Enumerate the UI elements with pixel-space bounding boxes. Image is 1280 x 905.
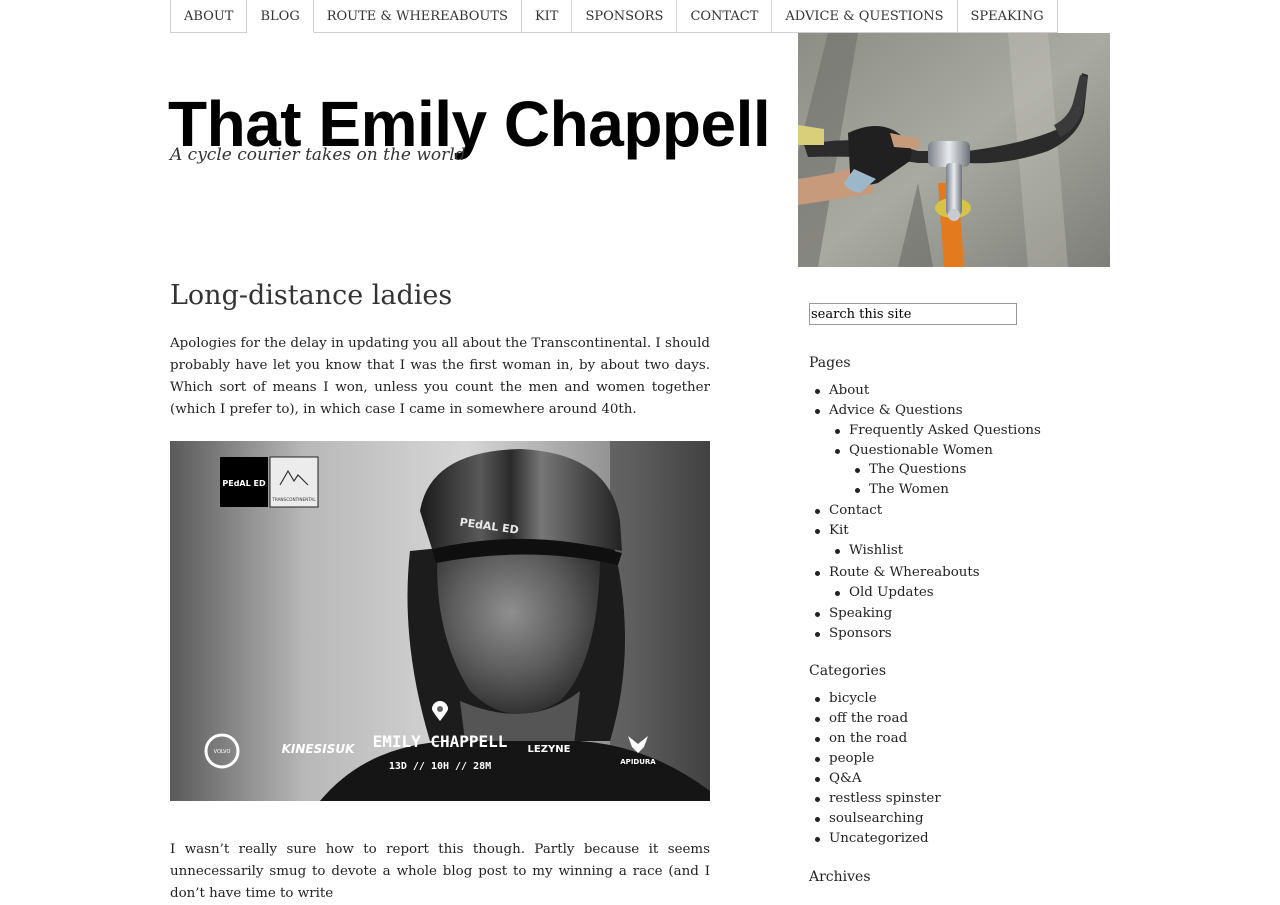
category-link[interactable]: bicycle <box>809 689 941 709</box>
categories-widget-title: Categories <box>809 663 886 679</box>
transcontinental-logo-text: TRANSCONTINENTAL <box>271 497 316 502</box>
category-link[interactable]: off the road <box>809 709 941 729</box>
archives-widget-title: Archives <box>809 869 871 885</box>
apidura-logo: APIDURA <box>620 758 656 766</box>
category-link[interactable]: soulsearching <box>809 809 941 829</box>
nav-tab-blog[interactable]: BLOG <box>247 0 314 33</box>
post-paragraph: I wasn’t really sure how to report this … <box>170 842 710 901</box>
nav-tab-kit[interactable]: KIT <box>521 0 573 33</box>
top-nav: ABOUT BLOG ROUTE & WHEREABOUTS KIT SPONS… <box>170 0 1058 33</box>
page-link-contact[interactable]: Contact <box>809 501 1041 521</box>
page-link-route-whereabouts[interactable]: Route & Whereabouts <box>809 563 1041 583</box>
rider-name: EMILY CHAPPELL <box>373 732 508 751</box>
post-paragraph: Apologies for the delay in updating you … <box>170 336 710 417</box>
category-link[interactable]: people <box>809 749 941 769</box>
page-link-about[interactable]: About <box>809 381 1041 401</box>
nav-tab-about[interactable]: ABOUT <box>171 0 248 33</box>
nav-tab-sponsors[interactable]: SPONSORS <box>572 0 678 33</box>
finish-time: 13D // 10H // 28M <box>389 761 491 772</box>
volvo-logo: VOLVO <box>214 749 231 755</box>
page-link-the-questions[interactable]: The Questions <box>809 460 1041 480</box>
pedal-ed-logo-text: PEdAL ED <box>222 479 266 488</box>
page-link-wishlist[interactable]: Wishlist <box>809 541 1041 561</box>
page-link-speaking[interactable]: Speaking <box>809 604 1041 624</box>
category-link[interactable]: Uncategorized <box>809 829 941 849</box>
category-link[interactable]: Q&A <box>809 769 941 789</box>
pages-list: About Advice & Questions Frequently Aske… <box>809 381 1041 644</box>
site-tagline: A cycle courier takes on the world <box>170 145 466 165</box>
page-link-faq[interactable]: Frequently Asked Questions <box>809 421 1041 441</box>
search-input[interactable] <box>809 303 1017 325</box>
nav-tab-speaking[interactable]: SPEAKING <box>957 0 1058 33</box>
post-image-emily-chappell[interactable]: PEdAL ED PEdAL ED TRANSCONTINENTAL EMILY… <box>170 441 710 801</box>
lezyne-logo: LEZYNE <box>528 744 571 755</box>
page-link-old-updates[interactable]: Old Updates <box>809 583 1041 603</box>
page-link-the-women[interactable]: The Women <box>809 480 1041 500</box>
page-link-advice-questions[interactable]: Advice & Questions <box>809 401 1041 421</box>
nav-tab-advice-questions[interactable]: ADVICE & QUESTIONS <box>772 0 958 33</box>
nav-tab-contact[interactable]: CONTACT <box>677 0 773 33</box>
page-link-questionable-women[interactable]: Questionable Women <box>809 441 1041 461</box>
nav-tab-route-whereabouts[interactable]: ROUTE & WHEREABOUTS <box>313 0 522 33</box>
pages-widget-title: Pages <box>809 355 851 371</box>
category-link[interactable]: on the road <box>809 729 941 749</box>
post-title[interactable]: Long-distance ladies <box>170 280 452 311</box>
page-link-sponsors[interactable]: Sponsors <box>809 624 1041 644</box>
category-link[interactable]: restless spinster <box>809 789 941 809</box>
page-link-kit[interactable]: Kit <box>809 521 1041 541</box>
kinesis-logo: KINESISUK <box>282 742 356 756</box>
header-photo-handlebars <box>798 33 1110 267</box>
categories-list: bicycle off the road on the road people … <box>809 689 941 849</box>
